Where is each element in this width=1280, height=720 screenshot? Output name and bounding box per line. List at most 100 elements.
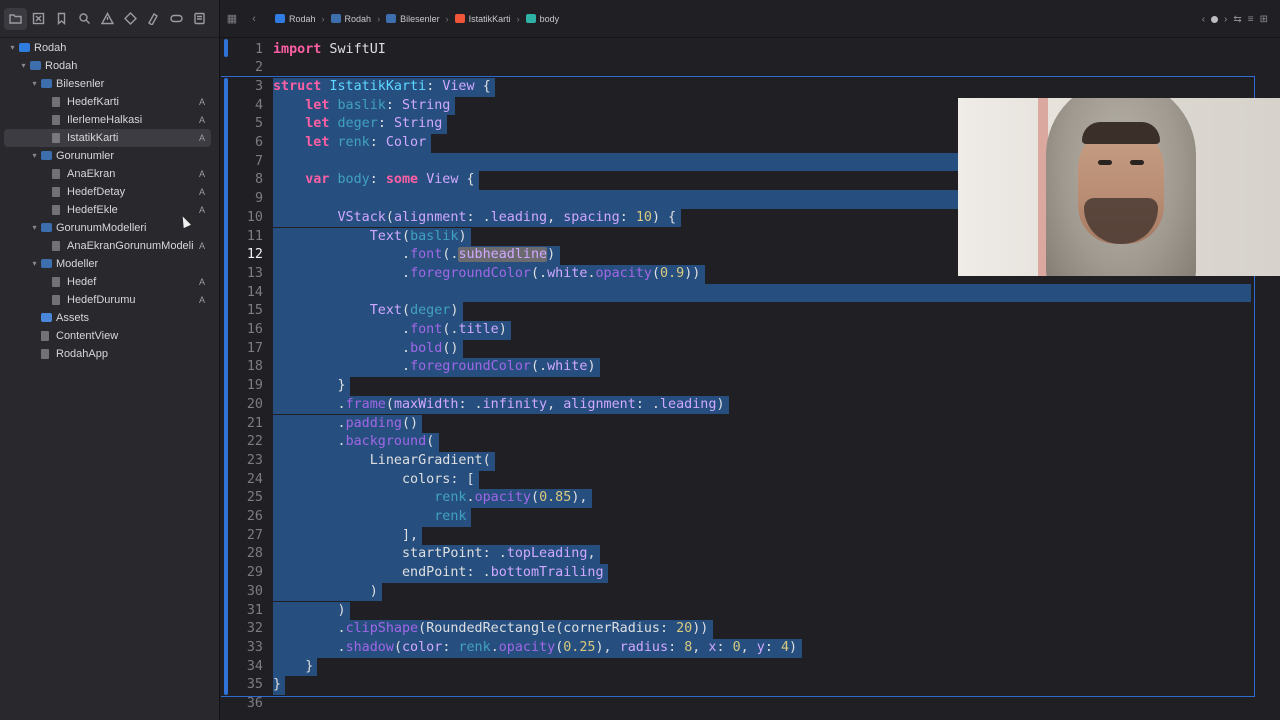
disclosure-chevron-icon[interactable]: ▾	[8, 39, 17, 57]
breadcrumb-item[interactable]: Rodah ›	[275, 14, 325, 24]
code-line[interactable]: 34 }	[221, 657, 1261, 677]
code-line[interactable]: 15 Text(deger)	[221, 302, 1261, 321]
tag-icon[interactable]	[165, 8, 188, 30]
add-editor-icon[interactable]: ⊞	[1260, 14, 1268, 25]
tree-item[interactable]: IstatikKarti A	[4, 129, 211, 147]
tree-item[interactable]: AnaEkran A	[4, 165, 211, 183]
swift-file-icon	[454, 14, 465, 23]
tree-item-label: IstatikKarti	[67, 132, 119, 144]
breadcrumb-item[interactable]: Bilesenler ›	[386, 14, 449, 24]
editor-options-icon[interactable]: ≡	[1248, 14, 1254, 25]
tree-item[interactable]: HedefKarti A	[4, 93, 211, 111]
code-line[interactable]: 20 .frame(maxWidth: .infinity, alignment…	[221, 395, 1261, 415]
tree-item-label: HedefDetay	[67, 186, 126, 198]
code-line[interactable]: 33 .shadow(color: renk.opacity(0.25), ra…	[221, 638, 1261, 658]
code-line[interactable]: 22 .background(	[221, 433, 1261, 452]
tree-item[interactable]: ▾ Gorunumler	[4, 147, 211, 165]
line-number: 2	[254, 60, 263, 76]
folder-icon	[41, 259, 52, 268]
code-text: import SwiftUI	[273, 41, 386, 57]
test-icon[interactable]	[142, 8, 165, 30]
code-line[interactable]: 25 renk.opacity(0.85),	[221, 489, 1261, 508]
swift-file-icon	[52, 205, 60, 215]
search-icon[interactable]	[73, 8, 96, 30]
code-text: VStack(alignment: .leading, spacing: 10)…	[337, 209, 677, 225]
code-text: }	[273, 677, 282, 693]
code-line[interactable]: 23 LinearGradient(	[221, 451, 1261, 471]
code-text: )	[273, 602, 346, 618]
disclosure-chevron-icon[interactable]: ▾	[30, 219, 39, 237]
code-line[interactable]: 3 struct IstatikKarti: View {	[221, 77, 1261, 97]
tree-item[interactable]: Hedef A	[4, 273, 211, 291]
tree-item[interactable]: ContentView	[4, 327, 211, 345]
code-line[interactable]: 30 )	[221, 582, 1261, 602]
swift-file-icon	[52, 115, 60, 125]
code-text: let deger: String	[305, 116, 443, 132]
bookmark-icon[interactable]	[50, 8, 73, 30]
code-line[interactable]: 1 import SwiftUI	[221, 41, 1261, 60]
breadcrumb-label: Rodah	[289, 13, 316, 24]
grid-icon[interactable]: ▦	[221, 12, 243, 25]
tree-item[interactable]: ▾ Rodah	[4, 39, 211, 57]
code-line[interactable]: 26 renk	[221, 508, 1261, 527]
code-text: )	[273, 583, 378, 599]
code-line[interactable]: 35}	[221, 676, 1261, 695]
tree-item[interactable]: ▾ Rodah	[4, 57, 211, 75]
swift-file-icon	[41, 331, 49, 341]
code-text: renk.opacity(0.85),	[434, 490, 588, 506]
tree-item[interactable]: ▾ Modeller	[4, 255, 211, 273]
previous-issue-icon[interactable]: ‹	[1202, 14, 1205, 25]
report-icon[interactable]	[188, 8, 211, 30]
code-line[interactable]: 36	[221, 695, 1261, 714]
tree-item[interactable]: HedefDurumu A	[4, 291, 211, 309]
tree-item[interactable]: HedefEkle A	[4, 201, 211, 219]
tree-item-label: RodahApp	[56, 348, 108, 360]
code-text: struct IstatikKarti: View {	[273, 78, 491, 94]
swift-file-icon	[52, 277, 60, 287]
tree-item[interactable]: Assets	[4, 309, 211, 327]
code-line[interactable]: 2	[221, 59, 1261, 78]
breadcrumb: Rodah › Rodah › Bilesenler › IstatikKarti › body	[275, 14, 565, 24]
next-issue-icon[interactable]: ›	[1224, 14, 1227, 25]
warning-icon[interactable]	[96, 8, 119, 30]
code-line[interactable]: 29 endPoint: .bottomTrailing	[221, 564, 1261, 583]
tree-item[interactable]: RodahApp	[4, 345, 211, 363]
asset-catalog-icon	[41, 313, 52, 322]
breadcrumb-label: body	[539, 13, 560, 24]
code-line[interactable]: 24 colors: [	[221, 470, 1261, 490]
breadcrumb-item[interactable]: Rodah ›	[330, 14, 380, 24]
code-line[interactable]: 21 .padding()	[221, 414, 1261, 434]
disclosure-chevron-icon[interactable]: ▾	[30, 255, 39, 273]
disclosure-chevron-icon[interactable]: ▾	[30, 75, 39, 93]
tree-item[interactable]: HedefDetay A	[4, 183, 211, 201]
folder-icon[interactable]	[4, 7, 27, 30]
code-line[interactable]: 17 .bold()	[221, 339, 1261, 359]
back-chevron-icon[interactable]: ‹	[243, 13, 265, 25]
breadcrumb-item[interactable]: body	[525, 13, 560, 24]
code-line[interactable]: 32 .clipShape(RoundedRectangle(cornerRad…	[221, 620, 1261, 639]
related-items-icon[interactable]: ⇆	[1233, 14, 1241, 25]
code-line[interactable]: 27 ],	[221, 526, 1261, 546]
disclosure-chevron-icon[interactable]: ▾	[19, 57, 28, 75]
folder-icon	[30, 61, 41, 70]
presenter-hair	[1082, 122, 1160, 144]
code-line[interactable]: 14	[221, 283, 1261, 303]
tree-item[interactable]: IlerlemeHalkasi A	[4, 111, 211, 129]
close-square-icon[interactable]	[27, 8, 50, 30]
source-control-badge: A	[198, 277, 205, 287]
code-text: var body: some View {	[305, 172, 475, 188]
tree-item[interactable]: ▾ Bilesenler	[4, 75, 211, 93]
code-line[interactable]: 28 startPoint: .topLeading,	[221, 545, 1261, 565]
source-control-badge: A	[198, 241, 205, 251]
code-line[interactable]: 19 }	[221, 377, 1261, 396]
jump-bar-controls: ‹ › ⇆ ≡ ⊞	[1202, 0, 1268, 38]
diamond-icon[interactable]	[119, 8, 142, 30]
tree-item[interactable]: AnaEkranGorunumModeli A	[4, 237, 211, 255]
code-text: .foregroundColor(.white.opacity(0.9))	[273, 265, 701, 281]
breadcrumb-item[interactable]: IstatikKarti ›	[454, 14, 520, 24]
code-line[interactable]: 16 .font(.title)	[221, 321, 1261, 340]
disclosure-chevron-icon[interactable]: ▾	[30, 147, 39, 165]
code-text: .foregroundColor(.white)	[273, 359, 596, 375]
code-line[interactable]: 18 .foregroundColor(.white)	[221, 358, 1261, 378]
code-line[interactable]: 31 )	[221, 601, 1261, 621]
